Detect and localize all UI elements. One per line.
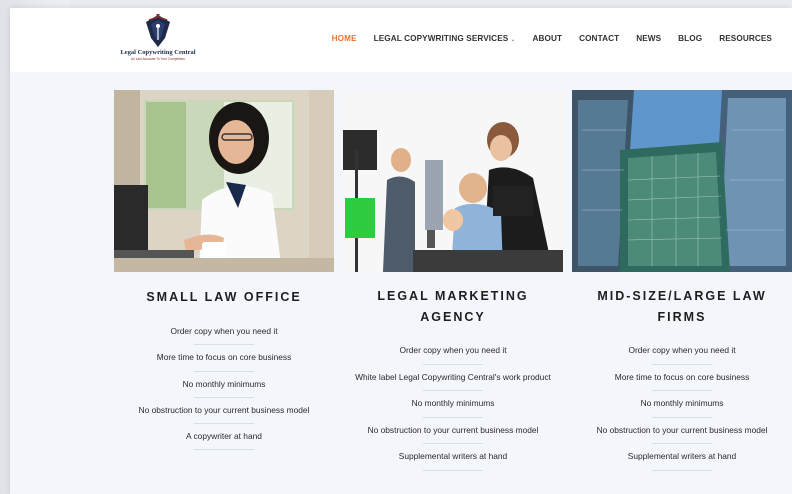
site-header: Legal Copywriting Central An Law Advocat… [10,8,792,72]
feature-item: Supplemental writers at hand [343,448,563,475]
nav-label-services: LEGAL COPYWRITING SERVICES [373,34,509,43]
feature-item: Order copy when you need it [572,342,792,369]
feature-item: A copywriter at hand [114,428,334,454]
site-logo[interactable]: Legal Copywriting Central An Law Advocat… [120,14,196,66]
nav-item-blog: BLOG [661,34,702,43]
nav-item-services: LEGAL COPYWRITING SERVICES ⌄ [357,34,516,43]
column-title: MID-SIZE/LARGE LAW FIRMS [597,289,767,324]
column-title: SMALL LAW OFFICE [146,290,302,304]
nav-item-home: HOME [315,34,357,43]
feature-item: More time to focus on core business [114,349,334,375]
photo-office-towers [572,90,792,272]
feature-item: Order copy when you need it [114,323,334,349]
creative-team-illustration [343,90,563,272]
feature-item: Order copy when you need it [343,342,563,369]
office-towers-illustration [572,90,792,272]
feature-item: Supplemental writers at hand [572,448,792,475]
feature-item: More time to focus on core business [572,369,792,396]
nav-link-contact[interactable]: CONTACT [579,34,619,43]
feature-item: White label Legal Copywriting Central's … [343,369,563,396]
nav-link-home[interactable]: HOME [332,34,357,43]
main-nav: HOME LEGAL COPYWRITING SERVICES ⌄ ABOUT C… [315,34,772,43]
feature-list: Order copy when you need it More time to… [114,323,334,454]
feature-item: No monthly minimums [572,395,792,422]
feature-item: No obstruction to your current business … [114,402,334,428]
nav-link-resources[interactable]: RESOURCES [719,34,772,43]
service-column-small-law-office: SMALL LAW OFFICE Order copy when you nee… [114,90,334,454]
nav-item-contact: CONTACT [562,34,619,43]
nav-link-blog[interactable]: BLOG [678,34,702,43]
nav-item-news: NEWS [619,34,661,43]
feature-item: No obstruction to your current business … [572,422,792,449]
column-title: LEGAL MARKETING AGENCY [377,289,529,324]
feature-item: No monthly minimums [343,395,563,422]
web-page: Legal Copywriting Central An Law Advocat… [10,8,792,494]
service-column-large-law-firms: MID-SIZE/LARGE LAW FIRMS Order copy when… [572,90,792,475]
nav-link-about[interactable]: ABOUT [532,34,562,43]
feature-item: No obstruction to your current business … [343,422,563,449]
pen-nib-logo-icon [146,14,170,47]
service-column-legal-marketing-agency: LEGAL MARKETING AGENCY Order copy when y… [343,90,563,475]
feature-list: Order copy when you need it More time to… [572,342,792,475]
photo-woman-at-laptop [114,90,334,272]
feature-item: No monthly minimums [114,376,334,402]
logo-name: Legal Copywriting Central [120,49,196,56]
woman-at-laptop-illustration [114,90,334,272]
nav-link-news[interactable]: NEWS [636,34,661,43]
nav-link-legal-copywriting-services[interactable]: LEGAL COPYWRITING SERVICES ⌄ [374,34,516,43]
nav-item-about: ABOUT [515,34,562,43]
logo-tagline: An Law Advocate To Your Competition [131,57,185,61]
nav-item-resources: RESOURCES [702,34,772,43]
feature-list: Order copy when you need it White label … [343,342,563,475]
photo-creative-team [343,90,563,272]
